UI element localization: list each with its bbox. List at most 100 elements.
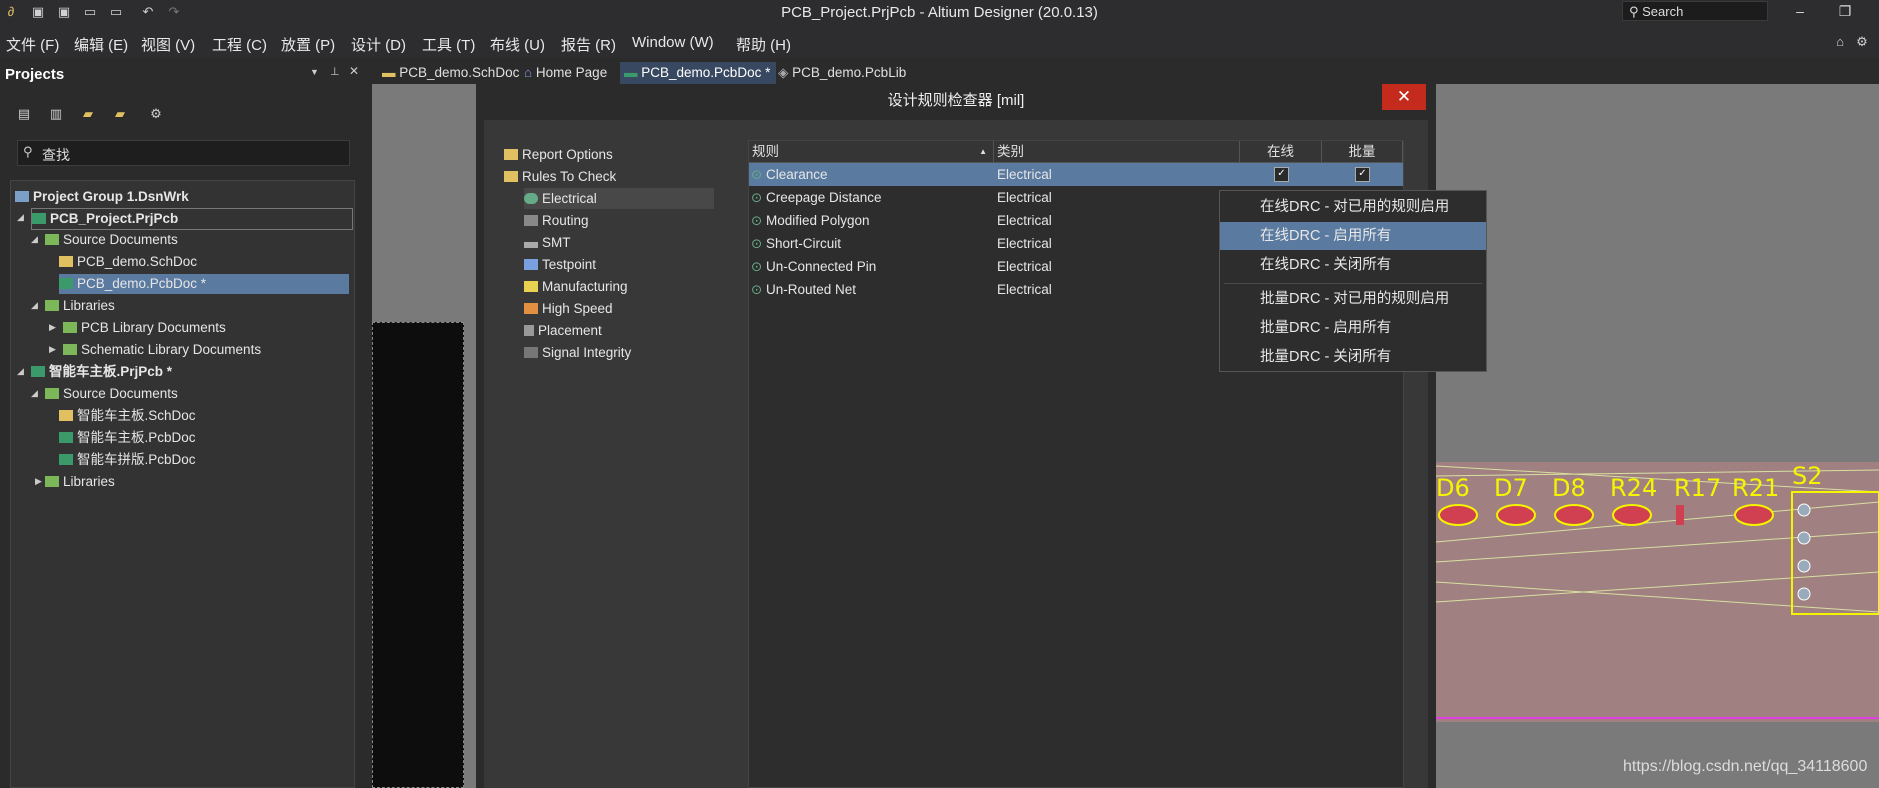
folder-icon bbox=[45, 476, 59, 487]
tree-item-label: Libraries bbox=[63, 474, 115, 489]
expand-arrow-icon[interactable]: ◢ bbox=[17, 212, 24, 223]
menu-help[interactable]: 帮助 (H) bbox=[736, 34, 791, 55]
tree-item-project-group[interactable]: Project Group 1.DsnWrk bbox=[15, 187, 189, 207]
tree-item-panel-pcbdoc[interactable]: 智能车拼版.PcbDoc bbox=[59, 450, 196, 470]
collapse-arrow-icon[interactable]: ▶ bbox=[49, 344, 56, 355]
tree-item-libraries-2[interactable]: Libraries bbox=[45, 472, 115, 492]
tree-item-schdoc[interactable]: PCB_demo.SchDoc bbox=[59, 252, 197, 272]
menu-edit[interactable]: 编辑 (E) bbox=[74, 34, 128, 55]
tree-item-label: Rules To Check bbox=[522, 169, 617, 184]
projects-search-input[interactable]: ⚲ 查找 bbox=[17, 140, 350, 166]
settings-gear-icon[interactable]: ⚙ bbox=[1854, 34, 1870, 50]
tree-item-car-board-project[interactable]: 智能车主板.PrjPcb * bbox=[31, 362, 172, 382]
batch-checkbox[interactable]: ✓ bbox=[1355, 167, 1370, 182]
expand-arrow-icon[interactable]: ◢ bbox=[31, 300, 38, 311]
pcb-lib-icon: ◈ bbox=[778, 65, 793, 80]
tree-item-label: Report Options bbox=[522, 147, 613, 162]
tab-label: PCB_demo.PcbLib bbox=[792, 65, 907, 80]
tree-item-libraries[interactable]: Libraries bbox=[45, 296, 115, 316]
pin-icon[interactable]: ⊥ bbox=[330, 65, 340, 78]
tree-item-manufacturing[interactable]: Manufacturing bbox=[524, 276, 628, 297]
tree-item-electrical[interactable]: Electrical bbox=[524, 188, 714, 209]
projects-panel: Projects ▼ ⊥ ✕ ▤ ▥ ▰ ▰ ⚙ ⚲ 查找 Project Gr… bbox=[0, 60, 360, 788]
pad bbox=[1554, 504, 1594, 526]
save-doc-icon[interactable]: ▤ bbox=[16, 106, 32, 122]
online-checkbox[interactable]: ✓ bbox=[1274, 167, 1289, 182]
menu-item-batch-enable-used[interactable]: 批量DRC - 对已用的规则启用 bbox=[1220, 285, 1486, 313]
schematic-doc-icon: ▬ bbox=[382, 65, 400, 80]
tree-item-routing[interactable]: Routing bbox=[524, 210, 589, 231]
rule-category: Electrical bbox=[997, 236, 1052, 251]
home-icon[interactable]: ⌂ bbox=[1832, 34, 1848, 50]
projects-panel-title: Projects bbox=[5, 66, 65, 83]
testpoint-icon bbox=[524, 259, 538, 270]
menu-window[interactable]: Window (W) bbox=[632, 34, 714, 51]
tree-item-smt[interactable]: SMT bbox=[524, 232, 571, 253]
tab-pcblib[interactable]: ◈ PCB_demo.PcbLib bbox=[774, 62, 912, 84]
menu-place[interactable]: 放置 (P) bbox=[281, 34, 335, 55]
save-all-docs-icon[interactable]: ▥ bbox=[48, 106, 64, 122]
minimize-icon[interactable]: – bbox=[1790, 3, 1810, 21]
tree-item-rules-to-check[interactable]: Rules To Check bbox=[504, 166, 616, 187]
tree-item-placement[interactable]: Placement bbox=[524, 320, 602, 341]
menu-item-online-enable-used[interactable]: 在线DRC - 对已用的规则启用 bbox=[1220, 193, 1486, 221]
column-label: 规则 bbox=[752, 144, 779, 159]
folder-icon bbox=[63, 344, 77, 355]
expand-arrow-icon[interactable]: ◢ bbox=[31, 388, 38, 399]
menu-reports[interactable]: 报告 (R) bbox=[561, 34, 616, 55]
menu-item-online-enable-all[interactable]: 在线DRC - 启用所有 bbox=[1220, 222, 1486, 250]
pcb-doc-icon: ▬ bbox=[624, 65, 642, 80]
menu-route[interactable]: 布线 (U) bbox=[490, 34, 545, 55]
panel-settings-icon[interactable]: ⚙ bbox=[148, 106, 164, 122]
open-folder-icon[interactable]: ▰ bbox=[80, 106, 96, 122]
tree-item-pcbdoc[interactable]: PCB_demo.PcbDoc * bbox=[59, 274, 349, 294]
panel-menu-chevron-icon[interactable]: ▼ bbox=[310, 67, 319, 77]
menu-design[interactable]: 设计 (D) bbox=[351, 34, 406, 55]
tree-item-label: PCB_demo.SchDoc bbox=[77, 254, 198, 269]
tree-item-car-pcbdoc[interactable]: 智能车主板.PcbDoc bbox=[59, 428, 196, 448]
tree-item-pcb-project[interactable]: PCB_Project.PrjPcb bbox=[31, 208, 353, 230]
pad bbox=[1797, 587, 1811, 601]
search-box[interactable]: ⚲ Search bbox=[1622, 1, 1768, 21]
tree-item-source-documents-2[interactable]: Source Documents bbox=[45, 384, 178, 404]
menu-item-batch-enable-all[interactable]: 批量DRC - 启用所有 bbox=[1220, 314, 1486, 342]
routing-icon bbox=[524, 215, 538, 226]
tree-item-label: Manufacturing bbox=[542, 279, 628, 294]
column-header-rule[interactable]: 规则 ▲ bbox=[749, 141, 994, 163]
pad bbox=[1797, 503, 1811, 517]
dialog-close-button[interactable]: ✕ bbox=[1382, 84, 1426, 110]
pcb-doc-icon bbox=[59, 278, 73, 289]
tree-item-testpoint[interactable]: Testpoint bbox=[524, 254, 596, 275]
tab-label: Home Page bbox=[535, 65, 608, 80]
collapse-arrow-icon[interactable]: ▶ bbox=[35, 476, 42, 487]
column-header-category[interactable]: 类别 bbox=[994, 141, 1240, 163]
tree-item-report-options[interactable]: Report Options bbox=[504, 144, 613, 165]
tree-item-schematic-library-documents[interactable]: Schematic Library Documents bbox=[63, 340, 261, 360]
menu-item-batch-disable-all[interactable]: 批量DRC - 关闭所有 bbox=[1220, 343, 1486, 371]
column-header-batch[interactable]: 批量 bbox=[1322, 141, 1403, 163]
menu-project[interactable]: 工程 (C) bbox=[212, 34, 267, 55]
drc-context-menu: 在线DRC - 对已用的规则启用 在线DRC - 启用所有 在线DRC - 关闭… bbox=[1219, 190, 1487, 372]
column-header-online[interactable]: 在线 bbox=[1240, 141, 1322, 163]
tab-home-page[interactable]: ⌂ Home Page bbox=[520, 62, 613, 84]
menu-tools[interactable]: 工具 (T) bbox=[422, 34, 475, 55]
tree-item-high-speed[interactable]: High Speed bbox=[524, 298, 613, 319]
tab-pcbdoc[interactable]: ▬ PCB_demo.PcbDoc * bbox=[620, 62, 777, 84]
menu-file[interactable]: 文件 (F) bbox=[6, 34, 59, 55]
close-folder-icon[interactable]: ▰ bbox=[112, 106, 128, 122]
menu-item-online-disable-all[interactable]: 在线DRC - 关闭所有 bbox=[1220, 251, 1486, 279]
tree-item-signal-integrity[interactable]: Signal Integrity bbox=[524, 342, 631, 363]
tree-item-car-schdoc[interactable]: 智能车主板.SchDoc bbox=[59, 406, 196, 426]
expand-arrow-icon[interactable]: ◢ bbox=[17, 366, 24, 377]
tree-item-source-documents[interactable]: Source Documents bbox=[45, 230, 178, 250]
collapse-arrow-icon[interactable]: ▶ bbox=[49, 322, 56, 333]
maximize-icon[interactable]: ❐ bbox=[1835, 3, 1855, 21]
panel-close-icon[interactable]: ✕ bbox=[349, 64, 359, 78]
menu-view[interactable]: 视图 (V) bbox=[141, 34, 195, 55]
expand-arrow-icon[interactable]: ◢ bbox=[31, 234, 38, 245]
rule-row[interactable]: ⊙ Clearance Electrical ✓ ✓ bbox=[749, 163, 1403, 186]
sort-asc-icon: ▲ bbox=[979, 147, 987, 156]
tree-item-pcb-library-documents[interactable]: PCB Library Documents bbox=[63, 318, 226, 338]
pcb-label-s2: S2 bbox=[1792, 462, 1823, 490]
tab-schdoc[interactable]: ▬ PCB_demo.SchDoc bbox=[378, 62, 525, 84]
